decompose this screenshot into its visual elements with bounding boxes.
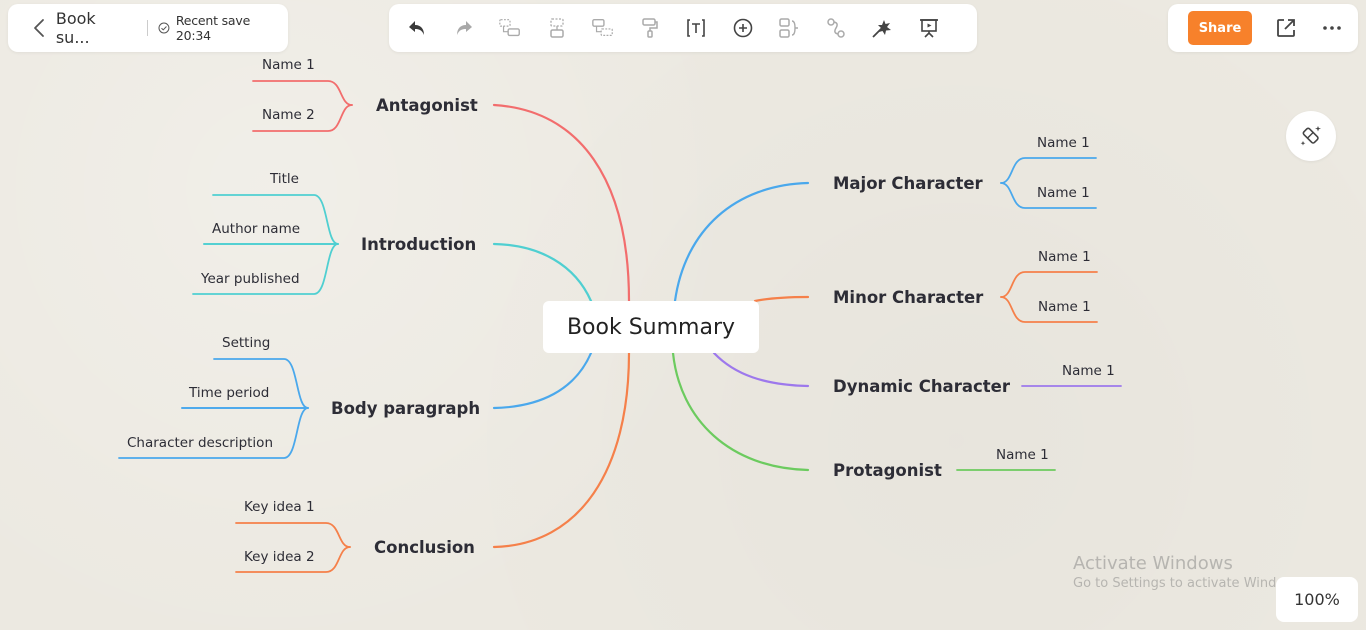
summary-button[interactable] [777, 16, 801, 40]
topic-body-paragraph[interactable]: Body paragraph [331, 399, 480, 418]
add-subtopic-button[interactable] [498, 16, 522, 40]
insert-icon [733, 18, 752, 38]
more-options-button[interactable] [1320, 16, 1344, 40]
subtopic-author-name[interactable]: Author name [212, 221, 300, 237]
header-actions: Share [1168, 4, 1358, 52]
zoom-level-button[interactable]: 100% [1276, 577, 1358, 622]
antagonist-connector-1 [252, 80, 353, 106]
subtopic-minor-name-2[interactable]: Name 1 [1038, 299, 1091, 315]
major-character-connector-1 [1000, 157, 1097, 184]
subtopic-major-name-2[interactable]: Name 1 [1037, 185, 1090, 201]
redo-button[interactable] [452, 16, 476, 40]
topic-major-character[interactable]: Major Character [833, 174, 983, 193]
branch-dynamic-character [712, 351, 810, 388]
presentation-icon [919, 19, 938, 38]
relationship-icon [826, 18, 845, 38]
save-status-text: Recent save 20:34 [175, 13, 251, 43]
magic-eraser-icon [1300, 126, 1321, 146]
document-header: Book su... Recent save 20:34 [8, 4, 288, 52]
subtopic-protagonist-name-1[interactable]: Name 1 [996, 447, 1049, 463]
subtopic-antagonist-name-2[interactable]: Name 2 [262, 107, 315, 123]
central-topic[interactable]: Book Summary [543, 301, 759, 353]
insert-button[interactable] [731, 16, 755, 40]
divider [146, 20, 148, 36]
topic-antagonist[interactable]: Antagonist [376, 96, 478, 115]
add-sibling-topic-icon [549, 18, 564, 38]
ai-magic-button[interactable] [1286, 111, 1336, 161]
topic-dynamic-character[interactable]: Dynamic Character [833, 377, 1010, 396]
magic-wand-icon [872, 20, 891, 38]
branch-protagonist [671, 351, 810, 472]
back-button[interactable] [28, 17, 50, 39]
share-button[interactable]: Share [1188, 11, 1252, 45]
branch-antagonist [492, 103, 631, 303]
external-link-icon [1277, 19, 1295, 37]
summary-icon [779, 18, 798, 38]
subtopic-key-idea-1[interactable]: Key idea 1 [244, 499, 315, 515]
add-parent-topic-button[interactable] [591, 16, 615, 40]
undo-icon [409, 21, 424, 35]
add-sibling-topic-button[interactable] [545, 16, 569, 40]
branch-introduction [492, 242, 593, 303]
relationship-button[interactable] [824, 16, 848, 40]
subtopic-title[interactable]: Title [270, 171, 299, 187]
subtopic-time-period[interactable]: Time period [189, 385, 269, 401]
format-painter-icon [641, 18, 658, 38]
subtopic-year-published[interactable]: Year published [201, 271, 300, 287]
magic-button[interactable] [870, 16, 894, 40]
subtopic-minor-name-1[interactable]: Name 1 [1038, 249, 1091, 265]
more-horizontal-icon [1323, 26, 1341, 30]
branch-conclusion [492, 351, 631, 549]
text-box-icon [687, 19, 705, 37]
minor-character-connector-1 [1000, 271, 1098, 298]
redo-icon [456, 21, 472, 35]
subtopic-key-idea-2[interactable]: Key idea 2 [244, 549, 315, 565]
subtopic-major-name-1[interactable]: Name 1 [1037, 135, 1090, 151]
branch-body-paragraph [492, 351, 593, 410]
add-parent-topic-icon [592, 19, 613, 36]
format-painter-button[interactable] [638, 16, 662, 40]
topic-introduction[interactable]: Introduction [361, 235, 476, 254]
export-button[interactable] [1274, 16, 1298, 40]
main-toolbar [389, 4, 977, 52]
subtopic-dynamic-name-1[interactable]: Name 1 [1062, 363, 1115, 379]
topic-minor-character[interactable]: Minor Character [833, 288, 983, 307]
presentation-button[interactable] [917, 16, 941, 40]
branch-minor-character [753, 295, 810, 303]
text-box-button[interactable] [684, 16, 708, 40]
save-status: Recent save 20:34 [158, 13, 288, 43]
chevron-left-icon [34, 19, 44, 37]
undo-button[interactable] [405, 16, 429, 40]
add-subtopic-icon [499, 19, 520, 37]
subtopic-setting[interactable]: Setting [222, 335, 270, 351]
check-circle-icon [158, 22, 170, 34]
document-title[interactable]: Book su... [56, 9, 134, 47]
conclusion-connector-1 [235, 522, 351, 548]
subtopic-character-description[interactable]: Character description [127, 435, 273, 451]
subtopic-antagonist-name-1[interactable]: Name 1 [262, 57, 315, 73]
branch-major-character [673, 181, 810, 303]
topic-protagonist[interactable]: Protagonist [833, 461, 942, 480]
topic-conclusion[interactable]: Conclusion [374, 538, 475, 557]
